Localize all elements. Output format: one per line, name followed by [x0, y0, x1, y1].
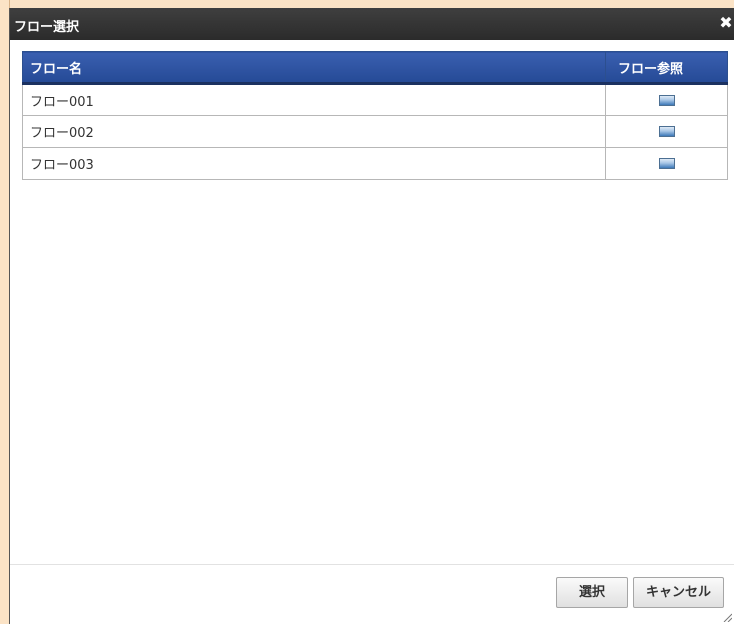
flow-select-dialog: フロー選択 ✖ フロー名 フロー参照 フロー001 フロー002 フロー003 …: [9, 8, 734, 624]
cancel-button[interactable]: キャンセル: [633, 577, 724, 608]
select-button[interactable]: 選択: [556, 577, 628, 608]
table-row[interactable]: フロー001: [22, 83, 728, 116]
flow-name-cell[interactable]: フロー002: [22, 115, 606, 148]
resize-grip-icon[interactable]: [722, 612, 732, 622]
flow-ref-cell: [605, 147, 728, 180]
flow-ref-cell: [605, 115, 728, 148]
dialog-title: フロー選択: [14, 20, 80, 35]
flow-name-cell[interactable]: フロー001: [22, 83, 606, 116]
dialog-footer: 選択 キャンセル: [10, 564, 734, 624]
dialog-titlebar[interactable]: フロー選択 ✖: [10, 8, 734, 40]
table-header-row: フロー名 フロー参照: [22, 51, 728, 85]
flow-name-cell[interactable]: フロー003: [22, 147, 606, 180]
image-icon[interactable]: [658, 94, 675, 106]
flow-ref-cell: [605, 83, 728, 116]
column-header-flow-name[interactable]: フロー名: [22, 51, 606, 85]
flow-table: フロー名 フロー参照 フロー001 フロー002 フロー003: [22, 51, 728, 180]
table-row[interactable]: フロー003: [22, 147, 728, 180]
image-icon[interactable]: [658, 126, 675, 137]
dialog-content: フロー名 フロー参照 フロー001 フロー002 フロー003: [10, 40, 734, 565]
column-header-flow-ref[interactable]: フロー参照: [605, 51, 728, 85]
close-icon[interactable]: ✖: [719, 15, 733, 31]
table-row[interactable]: フロー002: [22, 115, 728, 148]
image-icon[interactable]: [658, 158, 675, 169]
